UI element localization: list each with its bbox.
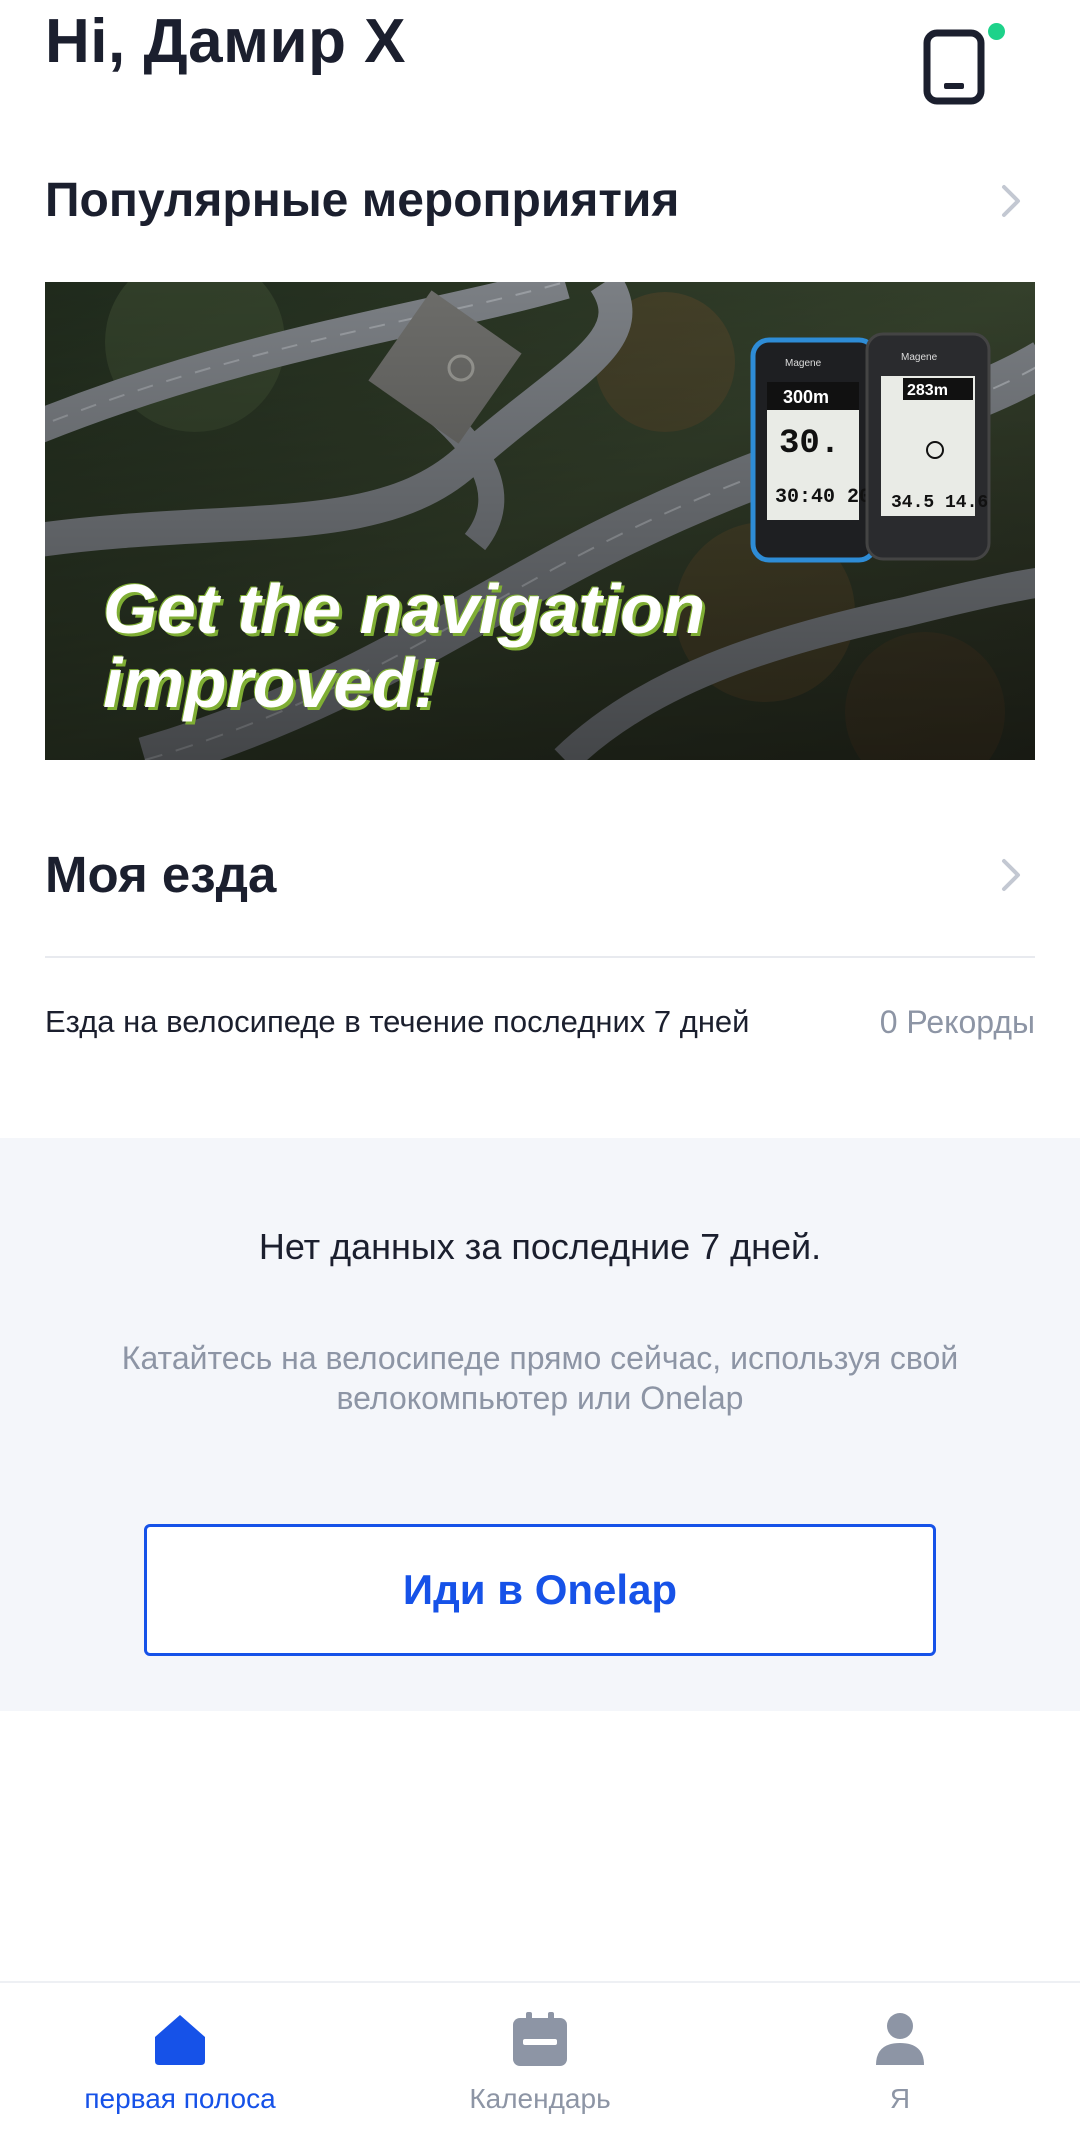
banner-headline-line2: improved! — [103, 644, 437, 722]
tab-home[interactable]: первая полоса — [0, 1983, 360, 2131]
greeting-title: Hi, Дамир X — [45, 7, 407, 76]
svg-text:Magene: Magene — [785, 358, 822, 369]
header: Hi, Дамир X — [0, 0, 1080, 110]
svg-text:Magene: Magene — [901, 352, 938, 363]
connection-status-dot — [988, 23, 1005, 40]
device-image-right: 283m 34.5 14.6 Magene — [865, 332, 991, 561]
svg-text:30.: 30. — [779, 425, 840, 463]
popular-events-row[interactable]: Популярные мероприятия — [45, 161, 1035, 241]
home-icon — [155, 2015, 205, 2065]
svg-text:300m: 300m — [783, 387, 829, 407]
empty-state-subtitle: Катайтесь на велосипеде прямо сейчас, ис… — [121, 1340, 959, 1416]
ride-period-description: Езда на велосипеде в течение последних 7… — [45, 1004, 750, 1039]
tab-calendar[interactable]: Календарь — [360, 1983, 720, 2131]
device-image-left: 300m 30. 30:40 20 Magene — [750, 337, 878, 563]
calendar-icon — [513, 2012, 567, 2066]
banner-headline-line1: Get the navigation — [103, 570, 705, 648]
svg-text:34.5 14.6: 34.5 14.6 — [891, 493, 988, 513]
empty-state-title: Нет данных за последние 7 дней. — [258, 1226, 822, 1267]
svg-text:283m: 283m — [907, 382, 948, 399]
popular-events-title: Популярные мероприятия — [45, 174, 680, 227]
empty-state-panel: Нет данных за последние 7 дней. Катайтес… — [0, 1138, 1080, 1711]
tab-calendar-label: Календарь — [469, 2083, 611, 2114]
person-icon — [876, 2013, 924, 2065]
chevron-right-icon — [1002, 859, 1020, 891]
svg-text:30:40 20: 30:40 20 — [775, 486, 871, 509]
bottom-tab-bar: первая полоса Календарь Я — [0, 1981, 1080, 2131]
chevron-right-icon — [1002, 185, 1020, 217]
promo-banner[interactable]: 300m 30. 30:40 20 Magene 283m 34.5 14.6 … — [45, 282, 1035, 760]
section-divider — [45, 956, 1035, 958]
go-to-onelap-button[interactable]: Иди в Onelap — [144, 1524, 936, 1656]
my-ride-row[interactable]: Моя езда — [45, 835, 1035, 915]
tab-home-label: первая полоса — [84, 2083, 276, 2114]
my-ride-title: Моя езда — [45, 846, 277, 903]
banner-headline: Get the navigation improved! — [103, 572, 705, 720]
tab-profile[interactable]: Я — [720, 1983, 1080, 2131]
tab-profile-label: Я — [889, 2083, 911, 2114]
records-count[interactable]: 0 Рекорды — [880, 1002, 1035, 1042]
